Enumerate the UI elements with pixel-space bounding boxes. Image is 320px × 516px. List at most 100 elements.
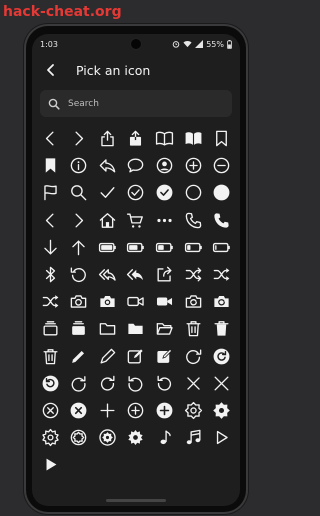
- icon-option-info-circle[interactable]: [65, 152, 94, 179]
- back-button[interactable]: [40, 59, 62, 81]
- icon-option-phone[interactable]: [179, 207, 208, 234]
- icon-option-folder-filled[interactable]: [122, 315, 151, 342]
- icon-option-camera[interactable]: [65, 288, 94, 315]
- watermark-text: hack-cheat.org: [3, 4, 122, 20]
- icon-option-share-box[interactable]: [150, 261, 179, 288]
- icon-option-circle[interactable]: [179, 179, 208, 206]
- chevron-left-icon: [45, 131, 54, 146]
- icon-option-check-circle[interactable]: [122, 179, 151, 206]
- icon-option-bookmark[interactable]: [207, 125, 236, 152]
- icon-option-camera-filled[interactable]: [93, 288, 122, 315]
- camera-icon: [71, 295, 87, 308]
- tray-stack-icon: [43, 321, 58, 336]
- icon-option-plus-circle[interactable]: [179, 152, 208, 179]
- icon-option-share-ios[interactable]: [93, 125, 122, 152]
- icon-option-gear-filled[interactable]: [207, 397, 236, 424]
- icon-option-chat-bubble[interactable]: [122, 152, 151, 179]
- icon-option-bluetooth[interactable]: [36, 261, 65, 288]
- icon-option-book-open[interactable]: [150, 125, 179, 152]
- icon-option-check-circle-filled[interactable]: [150, 179, 179, 206]
- phone-frame: 1:03 55% Pick an icon Search: [26, 26, 246, 512]
- icon-option-gear-small[interactable]: [122, 424, 151, 451]
- icon-option-minus-circle[interactable]: [207, 152, 236, 179]
- icon-option-ellipsis[interactable]: [150, 207, 179, 234]
- icon-option-plus-circle[interactable]: [122, 397, 151, 424]
- icon-option-pencil[interactable]: [65, 343, 94, 370]
- icon-option-battery-low[interactable]: [207, 234, 236, 261]
- icon-option-shuffle[interactable]: [179, 261, 208, 288]
- search-input[interactable]: Search: [40, 90, 232, 117]
- icon-option-close-circle-filled[interactable]: [65, 397, 94, 424]
- check-circle-icon: [128, 185, 144, 201]
- icon-option-reply-all-filled[interactable]: [122, 261, 151, 288]
- icon-option-trash[interactable]: [179, 315, 208, 342]
- icon-option-close[interactable]: [179, 370, 208, 397]
- icon-option-battery-half[interactable]: [150, 234, 179, 261]
- icon-option-flag[interactable]: [36, 179, 65, 206]
- icon-option-home[interactable]: [93, 207, 122, 234]
- icon-option-music-note[interactable]: [150, 424, 179, 451]
- icon-option-trash-lines[interactable]: [36, 343, 65, 370]
- icon-option-camera-rotate-filled[interactable]: [207, 288, 236, 315]
- icon-option-undo-alt[interactable]: [150, 370, 179, 397]
- icon-option-share-ios-filled[interactable]: [122, 125, 151, 152]
- icon-option-edit-square-filled[interactable]: [150, 343, 179, 370]
- icon-option-refresh-circle-filled[interactable]: [36, 370, 65, 397]
- icon-option-shuffle-alt[interactable]: [36, 288, 65, 315]
- icon-option-plus[interactable]: [93, 397, 122, 424]
- icon-option-battery-three-quarter[interactable]: [122, 234, 151, 261]
- icon-option-undo[interactable]: [122, 370, 151, 397]
- icon-option-chevron-right[interactable]: [65, 125, 94, 152]
- icon-option-battery-quarter[interactable]: [179, 234, 208, 261]
- icon-option-gear-round[interactable]: [65, 424, 94, 451]
- icon-option-video[interactable]: [122, 288, 151, 315]
- icon-option-music-notes[interactable]: [179, 424, 208, 451]
- icon-option-gear[interactable]: [179, 397, 208, 424]
- icon-option-edit-square[interactable]: [122, 343, 151, 370]
- icon-option-folder[interactable]: [93, 315, 122, 342]
- icon-option-trash-filled[interactable]: [207, 315, 236, 342]
- icon-option-redo[interactable]: [65, 370, 94, 397]
- icon-option-reply-all[interactable]: [93, 261, 122, 288]
- icon-option-camera-rotate[interactable]: [179, 288, 208, 315]
- icon-option-user-circle[interactable]: [150, 152, 179, 179]
- icon-option-play-filled[interactable]: [36, 451, 65, 478]
- tray-stack-filled-icon: [72, 321, 86, 336]
- icon-option-play[interactable]: [207, 424, 236, 451]
- icon-option-folder-open[interactable]: [150, 315, 179, 342]
- icon-option-undo-circle[interactable]: [65, 261, 94, 288]
- icon-option-search[interactable]: [65, 179, 94, 206]
- icon-option-arrow-up[interactable]: [65, 234, 94, 261]
- folder-filled-icon: [128, 324, 144, 335]
- icon-option-gear-round-filled[interactable]: [93, 424, 122, 451]
- icon-option-book-open-filled[interactable]: [179, 125, 208, 152]
- icon-option-bookmark-filled[interactable]: [36, 152, 65, 179]
- icon-option-cart[interactable]: [122, 207, 151, 234]
- icon-option-checkmark[interactable]: [93, 179, 122, 206]
- icon-option-close-alt[interactable]: [207, 370, 236, 397]
- folder-icon: [99, 323, 116, 336]
- camera-rotate-filled-icon: [214, 296, 229, 308]
- icon-option-chevron-left[interactable]: [36, 207, 65, 234]
- icon-option-redo-alt[interactable]: [93, 370, 122, 397]
- icon-option-tray-stack-filled[interactable]: [65, 315, 94, 342]
- icon-option-plus-circle-filled[interactable]: [150, 397, 179, 424]
- icon-option-tray-stack[interactable]: [36, 315, 65, 342]
- icon-option-arrow-down[interactable]: [36, 234, 65, 261]
- icon-option-phone-filled[interactable]: [207, 207, 236, 234]
- icon-option-chevron-right[interactable]: [65, 207, 94, 234]
- icon-option-reply[interactable]: [93, 152, 122, 179]
- icon-option-shuffle-filled[interactable]: [207, 261, 236, 288]
- icon-option-pencil-alt[interactable]: [93, 343, 122, 370]
- icon-option-battery-full[interactable]: [93, 234, 122, 261]
- icon-option-video-filled[interactable]: [150, 288, 179, 315]
- icon-option-gear-outline[interactable]: [36, 424, 65, 451]
- icon-option-redo-circle-filled[interactable]: [207, 343, 236, 370]
- icon-option-chevron-left[interactable]: [36, 125, 65, 152]
- icon-option-close-circle[interactable]: [36, 397, 65, 424]
- icon-option-circle-filled[interactable]: [207, 179, 236, 206]
- arrow-up-icon: [72, 240, 86, 256]
- icon-option-redo-circle[interactable]: [179, 343, 208, 370]
- camera-filled-icon: [100, 296, 115, 308]
- reply-icon: [99, 159, 116, 173]
